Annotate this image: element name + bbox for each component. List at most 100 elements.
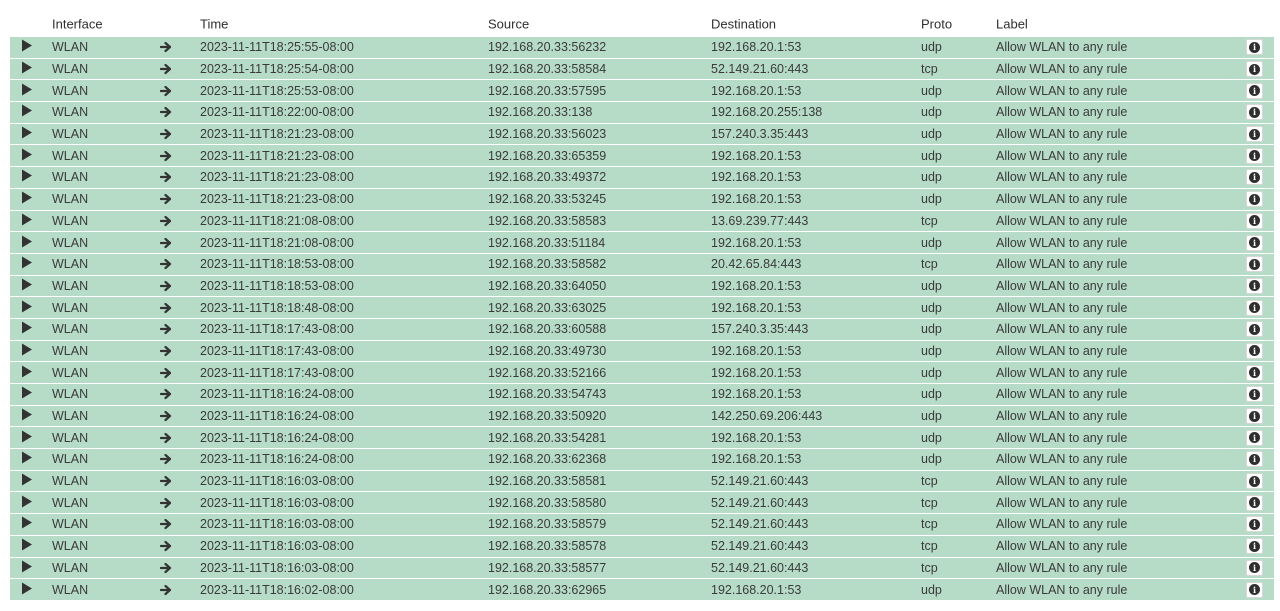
info-button-frame[interactable]: i — [1246, 234, 1263, 251]
info-button[interactable]: i — [1246, 559, 1264, 576]
expand-button[interactable] — [22, 83, 38, 98]
expand-button[interactable] — [22, 213, 38, 228]
info-icon[interactable]: i — [1249, 237, 1260, 249]
info-button[interactable]: i — [1246, 256, 1264, 273]
info-icon[interactable]: i — [1249, 388, 1260, 400]
table-row[interactable]: WLAN 2023-11-11T18:16:24-08:00 192.168.2… — [10, 405, 1274, 427]
table-row[interactable]: WLAN 2023-11-11T18:18:53-08:00 192.168.2… — [10, 253, 1274, 275]
expand-button[interactable] — [22, 495, 38, 510]
info-button-frame[interactable]: i — [1246, 473, 1263, 490]
play-icon[interactable] — [22, 83, 32, 96]
info-button[interactable]: i — [1246, 538, 1264, 555]
expand-button[interactable] — [22, 126, 38, 142]
info-button[interactable]: i — [1246, 234, 1264, 251]
play-icon[interactable] — [22, 148, 32, 161]
info-button-frame[interactable]: i — [1246, 321, 1263, 338]
info-icon[interactable]: i — [1249, 453, 1260, 465]
expand-button[interactable] — [22, 430, 38, 445]
info-icon[interactable]: i — [1249, 258, 1260, 270]
info-icon[interactable]: i — [1249, 540, 1260, 552]
info-icon[interactable]: i — [1249, 85, 1260, 97]
table-row[interactable]: WLAN 2023-11-11T18:25:53-08:00 192.168.2… — [10, 80, 1274, 102]
expand-button[interactable] — [22, 278, 38, 293]
info-button-frame[interactable]: i — [1246, 494, 1263, 511]
table-row[interactable]: WLAN 2023-11-11T18:16:03-08:00 192.168.2… — [10, 514, 1274, 535]
play-icon[interactable] — [22, 278, 32, 291]
play-icon[interactable] — [22, 386, 32, 399]
play-icon[interactable] — [22, 343, 32, 356]
expand-button[interactable] — [22, 321, 38, 337]
table-row[interactable]: WLAN 2023-11-11T18:21:08-08:00 192.168.2… — [10, 232, 1274, 253]
table-row[interactable]: WLAN 2023-11-11T18:16:02-08:00 192.168.2… — [10, 579, 1274, 600]
info-icon[interactable]: i — [1249, 150, 1260, 162]
play-icon[interactable] — [22, 451, 32, 464]
column-header-label[interactable]: Label — [996, 17, 1028, 32]
play-icon[interactable] — [22, 61, 32, 74]
info-button[interactable]: i — [1246, 147, 1264, 164]
info-button[interactable]: i — [1246, 277, 1264, 294]
info-icon[interactable]: i — [1249, 193, 1260, 205]
expand-button[interactable] — [22, 473, 38, 489]
info-icon[interactable]: i — [1249, 215, 1260, 227]
table-row[interactable]: WLAN 2023-11-11T18:16:24-08:00 192.168.2… — [10, 427, 1274, 449]
play-icon[interactable] — [22, 560, 32, 573]
table-row[interactable]: WLAN 2023-11-11T18:25:55-08:00 192.168.2… — [10, 37, 1274, 58]
play-icon[interactable] — [22, 408, 32, 421]
column-header-time[interactable]: Time — [200, 17, 228, 32]
table-row[interactable]: WLAN 2023-11-11T18:21:23-08:00 192.168.2… — [10, 123, 1274, 145]
info-button-frame[interactable]: i — [1246, 39, 1263, 56]
play-icon[interactable] — [22, 582, 32, 595]
table-row[interactable]: WLAN 2023-11-11T18:16:24-08:00 192.168.2… — [10, 449, 1274, 470]
info-icon[interactable]: i — [1249, 302, 1260, 314]
info-icon[interactable]: i — [1249, 41, 1260, 53]
play-icon[interactable] — [22, 365, 32, 378]
expand-button[interactable] — [22, 365, 38, 380]
info-icon[interactable]: i — [1249, 584, 1260, 596]
info-button-frame[interactable]: i — [1246, 299, 1263, 316]
expand-button[interactable] — [22, 386, 38, 402]
play-icon[interactable] — [22, 430, 32, 443]
info-button[interactable]: i — [1246, 299, 1264, 316]
expand-button[interactable] — [22, 516, 38, 532]
table-row[interactable]: WLAN 2023-11-11T18:16:03-08:00 192.168.2… — [10, 470, 1274, 492]
info-icon[interactable]: i — [1249, 63, 1260, 75]
info-button[interactable]: i — [1246, 82, 1264, 99]
table-row[interactable]: WLAN 2023-11-11T18:17:43-08:00 192.168.2… — [10, 318, 1274, 340]
expand-button[interactable] — [22, 451, 38, 467]
info-icon[interactable]: i — [1249, 106, 1260, 118]
info-icon[interactable]: i — [1249, 171, 1260, 183]
table-row[interactable]: WLAN 2023-11-11T18:22:00-08:00 192.168.2… — [10, 102, 1274, 123]
table-row[interactable]: WLAN 2023-11-11T18:16:24-08:00 192.168.2… — [10, 384, 1274, 405]
expand-button[interactable] — [22, 235, 38, 250]
info-button[interactable]: i — [1246, 494, 1264, 511]
info-button[interactable]: i — [1246, 212, 1264, 229]
expand-button[interactable] — [22, 256, 38, 272]
info-icon[interactable]: i — [1249, 367, 1260, 379]
info-button[interactable]: i — [1246, 429, 1264, 446]
play-icon[interactable] — [22, 321, 32, 334]
info-button-frame[interactable]: i — [1246, 386, 1263, 403]
table-row[interactable]: WLAN 2023-11-11T18:16:03-08:00 192.168.2… — [10, 557, 1274, 579]
expand-button[interactable] — [22, 408, 38, 424]
expand-button[interactable] — [22, 343, 38, 358]
info-button-frame[interactable]: i — [1246, 277, 1263, 294]
info-button-frame[interactable]: i — [1246, 429, 1263, 446]
info-button[interactable]: i — [1246, 342, 1264, 359]
play-icon[interactable] — [22, 126, 32, 139]
expand-button[interactable] — [22, 560, 38, 575]
info-button[interactable]: i — [1246, 191, 1264, 208]
table-row[interactable]: WLAN 2023-11-11T18:17:43-08:00 192.168.2… — [10, 362, 1274, 383]
info-icon[interactable]: i — [1249, 345, 1260, 357]
info-button-frame[interactable]: i — [1246, 342, 1263, 359]
info-icon[interactable]: i — [1249, 323, 1260, 335]
expand-button[interactable] — [22, 538, 38, 554]
table-row[interactable]: WLAN 2023-11-11T18:18:48-08:00 192.168.2… — [10, 297, 1274, 318]
table-row[interactable]: WLAN 2023-11-11T18:16:03-08:00 192.168.2… — [10, 492, 1274, 514]
info-icon[interactable]: i — [1249, 518, 1260, 530]
info-button-frame[interactable]: i — [1246, 516, 1263, 533]
expand-button[interactable] — [22, 582, 38, 597]
expand-button[interactable] — [22, 104, 38, 120]
info-button[interactable]: i — [1246, 581, 1264, 598]
play-icon[interactable] — [22, 300, 32, 313]
info-button-frame[interactable]: i — [1246, 191, 1263, 208]
